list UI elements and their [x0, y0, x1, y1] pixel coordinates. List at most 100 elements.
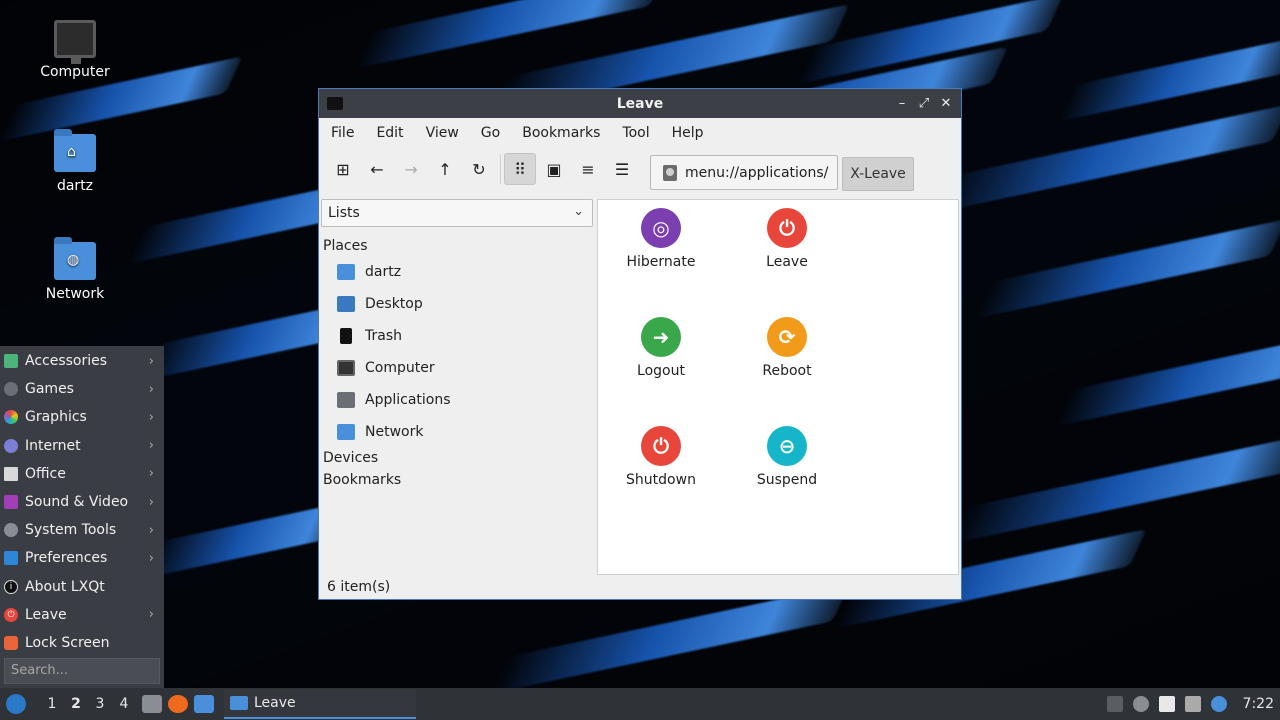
maximize-icon[interactable]: ⤢: [915, 96, 933, 111]
side-pane-mode-label: Lists: [328, 205, 360, 221]
file-manager-icon[interactable]: [142, 695, 162, 713]
lxqt-menu-icon[interactable]: [6, 694, 26, 714]
back-arrow-icon[interactable]: ←: [361, 153, 393, 185]
place-trash[interactable]: Trash: [321, 320, 595, 352]
desktop-icon-label: dartz: [56, 178, 94, 194]
icon-view-icon[interactable]: ⠿: [504, 153, 536, 185]
thumbnail-view-icon[interactable]: ▣: [538, 153, 570, 185]
menu-item-system-tools[interactable]: System Tools ›: [0, 516, 164, 544]
menu-item-lock-screen[interactable]: Lock Screen: [0, 629, 164, 657]
task-button-leave[interactable]: Leave: [224, 689, 416, 719]
update-notifier-icon[interactable]: [1210, 696, 1227, 712]
menu-view[interactable]: View: [426, 125, 459, 141]
menu-item-label: Accessories: [25, 353, 108, 370]
bookmarks-header[interactable]: Bookmarks: [323, 472, 595, 488]
menu-item-preferences[interactable]: Preferences ›: [0, 544, 164, 572]
menu-item-internet[interactable]: Internet ›: [0, 432, 164, 460]
show-desktop-icon[interactable]: [194, 695, 214, 713]
item-label: Reboot: [762, 363, 812, 379]
menu-bar: File Edit View Go Bookmarks Tool Help: [319, 118, 961, 148]
menu-item-about[interactable]: i About LXQt: [0, 573, 164, 601]
place-label: Applications: [365, 392, 451, 408]
menu-item-accessories[interactable]: Accessories ›: [0, 347, 164, 375]
minimize-icon[interactable]: –: [893, 96, 911, 111]
graphics-icon: [4, 410, 18, 425]
forward-arrow-icon[interactable]: →: [395, 153, 427, 185]
folder-view: ◎ Hibernate ⏻ Leave ➜ Logout ⟳ Reboot ⏻ …: [597, 199, 959, 575]
chevron-right-icon: ›: [148, 522, 154, 538]
eject-icon[interactable]: [1106, 696, 1123, 712]
preferences-icon: [4, 551, 18, 566]
place-computer[interactable]: Computer: [321, 352, 595, 384]
item-label: Shutdown: [626, 472, 696, 488]
place-label: Desktop: [365, 296, 423, 312]
place-dartz[interactable]: dartz: [321, 256, 595, 288]
menu-item-games[interactable]: Games ›: [0, 375, 164, 403]
chevron-right-icon: ›: [148, 438, 154, 454]
place-desktop[interactable]: Desktop: [321, 288, 595, 320]
sound-video-icon: [4, 495, 18, 510]
item-logout[interactable]: ➜ Logout: [606, 317, 716, 379]
window-titlebar[interactable]: Leave – ⤢ ✕: [319, 89, 961, 118]
computer-icon: [54, 20, 96, 64]
menu-item-graphics[interactable]: Graphics ›: [0, 403, 164, 431]
compact-view-icon[interactable]: ≡: [572, 153, 604, 185]
chevron-right-icon: ›: [148, 466, 154, 482]
reload-icon[interactable]: ↻: [463, 153, 495, 185]
menu-tool[interactable]: Tool: [622, 125, 649, 141]
places-header[interactable]: Places: [323, 238, 595, 254]
firefox-icon[interactable]: [168, 695, 188, 713]
menu-bookmarks[interactable]: Bookmarks: [522, 125, 600, 141]
volume-icon[interactable]: [1132, 696, 1149, 712]
up-arrow-icon[interactable]: ↑: [429, 153, 461, 185]
clock[interactable]: 7:22: [1243, 696, 1274, 712]
menu-item-label: Office: [25, 465, 66, 482]
home-folder-icon: ⌂: [54, 129, 96, 172]
place-label: Network: [365, 424, 424, 440]
place-label: dartz: [365, 264, 402, 280]
item-hibernate[interactable]: ◎ Hibernate: [606, 208, 716, 270]
logout-icon: ➜: [641, 317, 681, 357]
menu-search-input[interactable]: Search...: [4, 658, 160, 684]
place-applications[interactable]: Applications: [321, 384, 595, 416]
item-shutdown[interactable]: ⏻ Shutdown: [606, 426, 716, 488]
menu-file[interactable]: File: [331, 125, 354, 141]
menu-item-office[interactable]: Office ›: [0, 460, 164, 488]
close-icon[interactable]: ✕: [937, 96, 955, 111]
workspace-4[interactable]: 4: [112, 696, 136, 712]
item-reboot[interactable]: ⟳ Reboot: [732, 317, 842, 379]
path-text: menu://applications/: [685, 164, 829, 181]
desktop-icon-home[interactable]: ⌂ dartz: [20, 129, 130, 194]
desktop-icon: [337, 296, 355, 312]
system-tools-icon: [4, 523, 18, 538]
workspace-2[interactable]: 2: [64, 696, 88, 712]
menu-item-leave[interactable]: ⏻ Leave ›: [0, 601, 164, 629]
menu-go[interactable]: Go: [481, 125, 500, 141]
workspace-1[interactable]: 1: [40, 696, 64, 712]
home-folder-icon: [337, 264, 355, 280]
devices-header[interactable]: Devices: [323, 450, 595, 466]
item-leave[interactable]: ⏻ Leave: [732, 208, 842, 270]
path-button-x-leave[interactable]: X-Leave: [842, 157, 914, 191]
toolbar-separator: [500, 154, 501, 184]
menu-item-label: System Tools: [25, 522, 117, 539]
menu-help[interactable]: Help: [672, 125, 704, 141]
new-tab-icon[interactable]: ⊞: [327, 153, 359, 185]
desktop-icon-network[interactable]: ◍ Network: [20, 237, 130, 302]
path-bar[interactable]: menu://applications/: [650, 155, 838, 190]
workspace-3[interactable]: 3: [88, 696, 112, 712]
desktop-icon-computer[interactable]: Computer: [20, 20, 130, 80]
side-pane-mode-select[interactable]: Lists ⌄: [321, 199, 593, 227]
menu-edit[interactable]: Edit: [376, 125, 403, 141]
clipboard-icon[interactable]: [1158, 696, 1175, 712]
place-network[interactable]: Network: [321, 416, 595, 448]
chevron-right-icon: ›: [148, 381, 154, 397]
chevron-right-icon: ›: [148, 353, 154, 369]
network-monitor-icon[interactable]: [1184, 696, 1201, 712]
lock-icon: [4, 635, 18, 650]
item-label: Hibernate: [626, 254, 696, 270]
detailed-list-icon[interactable]: ☰: [606, 153, 638, 185]
menu-item-sound-video[interactable]: Sound & Video ›: [0, 488, 164, 516]
chevron-right-icon: ›: [148, 607, 154, 623]
item-suspend[interactable]: ⊖ Suspend: [732, 426, 842, 488]
